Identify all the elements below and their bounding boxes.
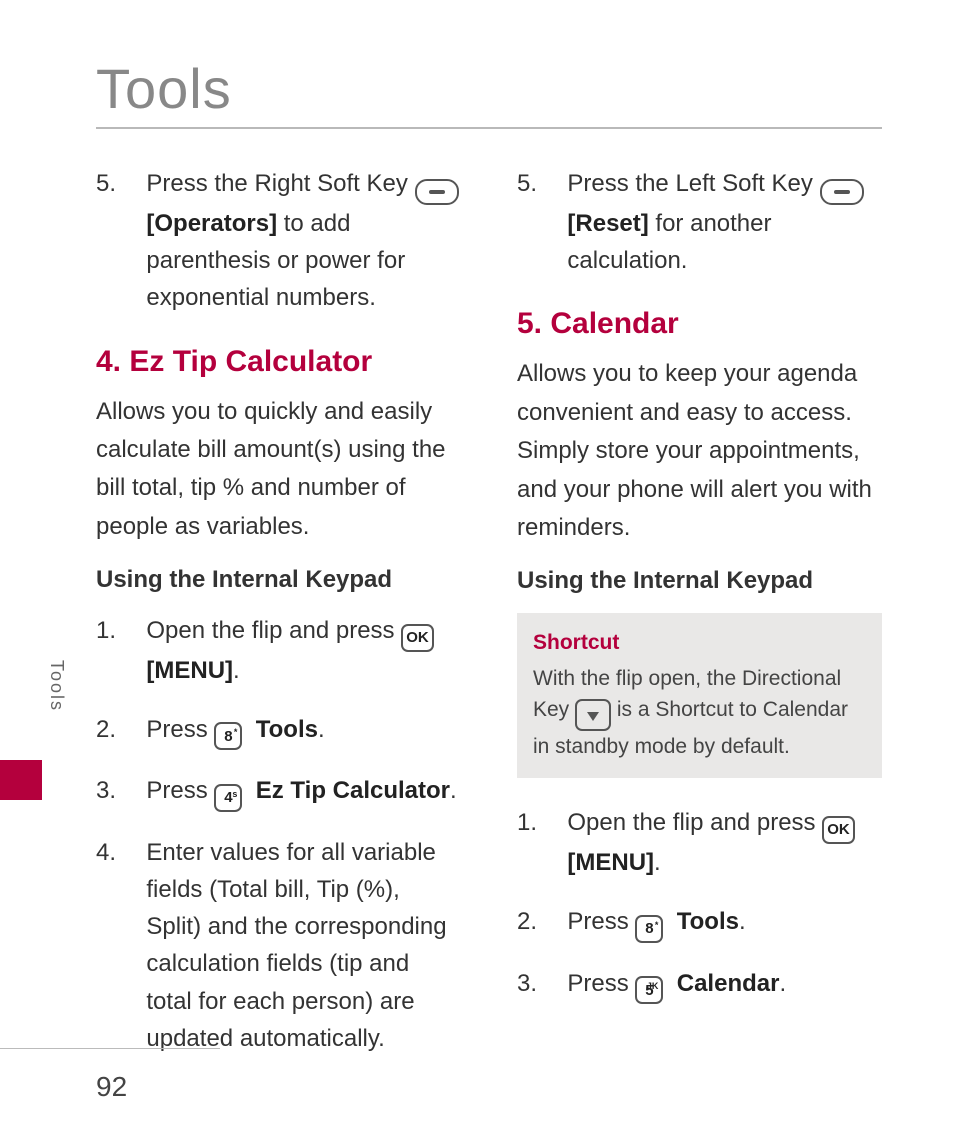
section-heading-calendar: 5. Calendar bbox=[517, 307, 882, 341]
right-step-3: 3. Press 5JK Calendar. bbox=[517, 965, 882, 1005]
left-step-4: 4. Enter values for all variable fields … bbox=[96, 834, 461, 1057]
left-step-2: 2. Press 8* Tools. bbox=[96, 711, 461, 751]
right-step-5: 5. Press the Left Soft Key [Reset] for a… bbox=[517, 165, 882, 279]
left-column: 5. Press the Right Soft Key [Operators] … bbox=[96, 165, 461, 1079]
right-soft-key-icon bbox=[415, 179, 459, 205]
section-heading-ez-tip: 4. Ez Tip Calculator bbox=[96, 345, 461, 379]
left-subheading: Using the Internal Keypad bbox=[96, 566, 461, 594]
manual-page: Tools 5. Press the Right Soft Key [Opera… bbox=[0, 0, 954, 1145]
shortcut-box: Shortcut With the flip open, the Directi… bbox=[517, 613, 882, 778]
page-title: Tools bbox=[96, 56, 882, 129]
ok-key-icon: OK bbox=[822, 816, 855, 844]
calendar-description: Allows you to keep your agenda convenien… bbox=[517, 355, 882, 547]
right-step-2: 2. Press 8* Tools. bbox=[517, 903, 882, 943]
ok-key-icon: OK bbox=[401, 624, 434, 652]
right-step-1: 1. Open the flip and press OK [MENU]. bbox=[517, 804, 882, 881]
left-step-3: 3. Press 4s Ez Tip Calculator. bbox=[96, 772, 461, 812]
footer-rule bbox=[0, 1048, 220, 1049]
key-4-icon: 4s bbox=[214, 784, 242, 812]
page-number: 92 bbox=[96, 1071, 127, 1103]
side-tab-label: Tools bbox=[46, 660, 67, 712]
ez-tip-description: Allows you to quickly and easily calcula… bbox=[96, 393, 461, 547]
key-5-icon: 5JK bbox=[635, 976, 663, 1004]
right-subheading: Using the Internal Keypad bbox=[517, 567, 882, 595]
key-8-icon: 8* bbox=[635, 915, 663, 943]
shortcut-label: Shortcut bbox=[533, 627, 866, 659]
columns: 5. Press the Right Soft Key [Operators] … bbox=[96, 165, 882, 1079]
left-soft-key-icon bbox=[820, 179, 864, 205]
nav-down-icon bbox=[575, 699, 611, 731]
right-column: 5. Press the Left Soft Key [Reset] for a… bbox=[517, 165, 882, 1079]
left-step-5: 5. Press the Right Soft Key [Operators] … bbox=[96, 165, 461, 317]
key-8-icon: 8* bbox=[214, 722, 242, 750]
left-step-1: 1. Open the flip and press OK [MENU]. bbox=[96, 612, 461, 689]
side-tab-accent bbox=[0, 760, 42, 800]
